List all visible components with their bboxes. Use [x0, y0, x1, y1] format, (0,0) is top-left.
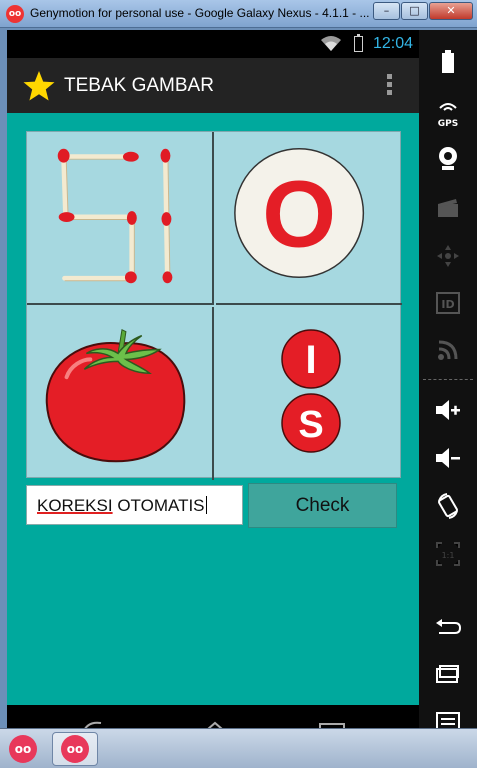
overflow-menu-icon[interactable] [387, 74, 393, 98]
close-icon[interactable]: ✕ [429, 2, 473, 20]
scale-icon[interactable]: 1:1 [419, 534, 477, 574]
window-title: Genymotion for personal use - Google Gal… [30, 6, 370, 20]
gps-icon[interactable]: GPS [419, 93, 477, 133]
gps-label: GPS [438, 119, 458, 128]
o-letter: O [262, 162, 336, 268]
o-badge-image: O [234, 148, 365, 279]
minimize-icon[interactable]: – [373, 2, 400, 20]
wifi-icon [321, 36, 341, 51]
app-title: TEBAK GAMBAR [64, 75, 214, 96]
toolbar-divider [423, 379, 473, 380]
taskbar-genymotion-button[interactable]: oo [0, 732, 46, 766]
genymotion-logo-icon: oo [61, 735, 89, 763]
status-bar: 12:04 [7, 30, 419, 58]
rotate-icon[interactable] [419, 486, 477, 526]
home-icon[interactable] [419, 654, 477, 694]
genymotion-logo-icon: oo [9, 735, 37, 763]
android-screen: 12:04 TEBAK GAMBAR O I S KOREKSI OTOMATI… [7, 30, 419, 740]
volume-down-icon[interactable] [419, 438, 477, 478]
text-cursor [205, 496, 207, 514]
dpad-icon[interactable] [419, 236, 477, 276]
action-bar: TEBAK GAMBAR [7, 58, 419, 113]
check-button[interactable]: Check [248, 483, 397, 528]
maximize-icon[interactable]: □ [401, 2, 428, 20]
genymotion-window: oo Genymotion for personal use - Google … [0, 0, 477, 768]
answer-input[interactable]: KOREKSI OTOMATIS [26, 485, 243, 525]
genymotion-toolbar: GPS ID 1:1 [419, 30, 477, 740]
window-controls: – □ ✕ [372, 2, 473, 20]
back-icon[interactable] [419, 607, 477, 647]
puzzle-cell-o: O [216, 132, 402, 305]
puzzle-grid: O I S [26, 131, 402, 480]
i-letter: I [305, 338, 316, 382]
webcam-icon[interactable] [419, 138, 477, 178]
battery-icon [354, 34, 363, 52]
tomato-image [45, 328, 186, 463]
answer-text: KOREKSI OTOMATIS [37, 496, 207, 516]
taskbar-genymotion-player-button[interactable]: oo [52, 732, 98, 766]
scale-label: 1:1 [442, 551, 455, 560]
puzzle-cell-tomato [27, 307, 214, 480]
star-icon[interactable] [23, 70, 55, 102]
is-badges-image: I S [281, 329, 341, 453]
matchstick-si-image [57, 148, 173, 284]
game-content: O I S KOREKSI OTOMATIS Check [7, 113, 419, 705]
video-icon[interactable] [419, 188, 477, 228]
id-label: ID [441, 298, 454, 311]
answer-spellcheck-word: KOREKSI [37, 496, 113, 515]
rss-icon[interactable] [419, 330, 477, 370]
status-time: 12:04 [372, 35, 413, 52]
s-letter: S [298, 404, 323, 446]
genymotion-logo-icon: oo [6, 5, 24, 23]
volume-up-icon[interactable] [419, 390, 477, 430]
puzzle-cell-matchsticks [27, 132, 214, 305]
battery-icon[interactable] [419, 42, 477, 82]
windows-taskbar: oo oo [0, 728, 477, 768]
answer-rest: OTOMATIS [112, 496, 205, 515]
window-titlebar[interactable]: oo Genymotion for personal use - Google … [0, 0, 477, 28]
id-icon[interactable]: ID [419, 283, 477, 323]
puzzle-cell-is: I S [216, 307, 402, 480]
